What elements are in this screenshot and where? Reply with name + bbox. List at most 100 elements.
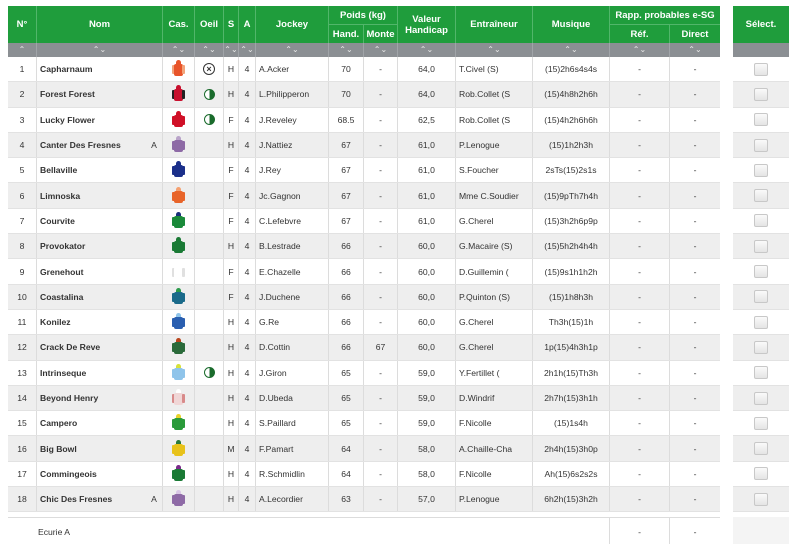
oeil-cell bbox=[195, 386, 223, 410]
cell-monte: - bbox=[379, 114, 382, 125]
table-row[interactable]: 4 Canter Des Fresnes A H 4 J.Nattiez 67-61,0 P.… bbox=[8, 132, 720, 159]
select-checkbox[interactable] bbox=[754, 265, 768, 279]
header-num[interactable]: N° bbox=[8, 6, 36, 43]
header-musique[interactable]: Musique bbox=[533, 6, 609, 43]
header-age[interactable]: A bbox=[239, 6, 255, 43]
select-checkbox[interactable] bbox=[754, 189, 768, 203]
cell-jockey: Jc.Gagnon bbox=[259, 190, 301, 201]
cell-num: 10 bbox=[17, 291, 27, 302]
sort-oeil-icon[interactable]: ⌃⌄ bbox=[195, 43, 223, 57]
table-row[interactable]: 10 Coastalina F 4 J.Duchene 66 - 60,0 P.Quinton … bbox=[8, 284, 720, 310]
cell-musique: (15)3h2h6p9p bbox=[544, 215, 598, 226]
cell-flag bbox=[146, 183, 162, 207]
cell-jockey: J.Giron bbox=[259, 367, 287, 378]
cell-num: 17 bbox=[17, 468, 27, 479]
select-checkbox[interactable] bbox=[754, 239, 768, 253]
header-monte[interactable]: Monte bbox=[364, 25, 397, 43]
table-row[interactable]: 9 Grenehout F 4 E.Chazelle 66 - 60,0 D.Guillemin… bbox=[8, 259, 720, 285]
table-row[interactable]: 8 Provokator H 4 B.Lestrade 66 - 60,0 G.Macaire … bbox=[8, 234, 720, 260]
cell-valeur: 60,0 bbox=[418, 241, 435, 252]
select-checkbox[interactable] bbox=[754, 391, 768, 405]
cell-musique: Th3h(15)1h bbox=[548, 317, 594, 328]
select-checkbox[interactable] bbox=[754, 163, 768, 177]
header-hand[interactable]: Hand. bbox=[329, 25, 363, 43]
cell-flag bbox=[146, 436, 162, 460]
cell-a: 4 bbox=[244, 393, 250, 403]
table-row[interactable]: 2 Forest Forest H 4 L.Philipperon 70 - 64,0 Rob.… bbox=[8, 82, 720, 108]
table-row[interactable]: 13 Intrinseque H 4 J.Giron 65 - 59,0 Y.Fertillet… bbox=[8, 360, 720, 386]
sort-cas-icon[interactable]: ⌃⌄ bbox=[163, 43, 194, 57]
oeil-cell bbox=[195, 234, 223, 258]
select-checkbox[interactable] bbox=[754, 113, 768, 127]
table-row[interactable]: 17 Commingeois H 4 R.Schmidlin 64 - 58,0 F.Nicol… bbox=[8, 461, 720, 488]
select-checkbox[interactable] bbox=[754, 214, 768, 228]
select-checkbox[interactable] bbox=[754, 467, 768, 481]
sort-valeur-icon[interactable]: ⌃⌄ bbox=[398, 43, 455, 57]
sort-jockey-icon[interactable]: ⌃⌄ bbox=[256, 43, 328, 57]
cell-direct: - bbox=[693, 494, 697, 505]
sort-hand-icon[interactable]: ⌃⌄ bbox=[329, 43, 363, 57]
header-entraineur[interactable]: Entraîneur bbox=[456, 6, 532, 43]
select-checkbox[interactable] bbox=[754, 315, 768, 329]
cell-jockey: D.Cottin bbox=[259, 342, 291, 353]
header-jockey[interactable]: Jockey bbox=[256, 6, 328, 43]
oeil-cell bbox=[195, 183, 223, 207]
table-row[interactable]: 12 Crack De Reve H 4 D.Cottin 66 67 60,0 G.Chere… bbox=[8, 335, 720, 361]
select-checkbox[interactable] bbox=[754, 87, 768, 101]
table-row[interactable]: 3 Lucky Flower F 4 J.Reveley 68.5 - 62,5 Rob.Col… bbox=[8, 107, 720, 133]
table-row[interactable]: 7 Courvite F 4 C.Lefebvre 67 - 61,0 G.Cherel (15)… bbox=[8, 208, 720, 235]
cell-musique: (15)5h2h4h4h bbox=[544, 241, 598, 252]
header-ref[interactable]: Réf. bbox=[610, 25, 669, 43]
cell-num: 5 bbox=[19, 165, 25, 176]
cell-valeur: 64,0 bbox=[418, 89, 435, 100]
table-row[interactable]: 15 Campero H 4 S.Paillard 65 - 59,0 F.Nicolle (15… bbox=[8, 411, 720, 437]
sort-entraineur-icon[interactable]: ⌃⌄ bbox=[456, 43, 532, 57]
cell-valeur: 59,0 bbox=[418, 393, 435, 403]
cell-monte: - bbox=[379, 64, 382, 75]
cell-num: 8 bbox=[19, 241, 25, 252]
casaque-silk-icon bbox=[163, 108, 194, 132]
select-checkbox[interactable] bbox=[754, 340, 768, 354]
table-row[interactable]: 18 Chic Des Fresnes A H 4 A.Lecordier 63 - 57,0 P… bbox=[8, 487, 720, 513]
select-checkbox[interactable] bbox=[754, 416, 768, 430]
table-row[interactable]: 1 Capharnaum × H 4 A.Acker 70 - 64,0 T.Civel (S) (… bbox=[8, 57, 720, 83]
table-row[interactable]: 16 Big Bowl M 4 F.Pamart 64 - 58,0 A.Chaille-Cha… bbox=[8, 436, 720, 462]
cell-s: H bbox=[227, 317, 235, 328]
header-valeur-handicap[interactable]: Valeur Handicap bbox=[398, 6, 455, 43]
select-row bbox=[733, 411, 789, 437]
cell-jockey: C.Lefebvre bbox=[259, 215, 302, 226]
sort-ref-icon[interactable]: ⌃⌄ bbox=[610, 43, 669, 57]
cell-flag: A bbox=[151, 140, 157, 151]
select-checkbox[interactable] bbox=[754, 62, 768, 76]
cell-num: 16 bbox=[17, 443, 27, 454]
select-checkbox[interactable] bbox=[754, 442, 768, 456]
header-nom[interactable]: Nom bbox=[37, 6, 162, 43]
select-checkbox[interactable] bbox=[754, 138, 768, 152]
table-row[interactable]: 5 Bellaville F 4 J.Rey 67 - 61,0 S.Foucher 2sTs(1… bbox=[8, 158, 720, 184]
select-checkbox[interactable] bbox=[754, 492, 768, 506]
select-checkbox[interactable] bbox=[754, 366, 768, 380]
header-sexe[interactable]: S bbox=[224, 6, 238, 43]
sort-direct-icon[interactable]: ⌃⌄ bbox=[670, 43, 720, 57]
cell-ref: - bbox=[638, 443, 641, 454]
sort-sexe-icon[interactable]: ⌃⌄ bbox=[224, 43, 238, 57]
casaque-silk-icon bbox=[163, 411, 194, 435]
cell-flag bbox=[146, 462, 162, 486]
sort-nom-icon[interactable]: ⌃⌄ bbox=[37, 43, 162, 57]
select-row bbox=[733, 461, 789, 488]
sort-monte-icon[interactable]: ⌃⌄ bbox=[364, 43, 397, 57]
sort-num-icon[interactable]: ⌃ bbox=[8, 43, 36, 57]
table-row[interactable]: 11 Konilez H 4 G.Re 66 - 60,0 G.Cherel Th3h(15)1h… bbox=[8, 309, 720, 336]
sort-musique-icon[interactable]: ⌃⌄ bbox=[533, 43, 609, 57]
header-oeil[interactable]: Oeil bbox=[195, 6, 223, 43]
table-row[interactable]: 14 Beyond Henry H 4 D.Ubeda 65 - 59,0 D.Windrif 2… bbox=[8, 385, 720, 412]
table-row[interactable]: 6 Limnoska F 4 Jc.Gagnon 67 - 61,0 Mme C.Soudier… bbox=[8, 183, 720, 209]
header-direct[interactable]: Direct bbox=[670, 25, 720, 43]
cell-monte: - bbox=[379, 317, 382, 328]
half-blinkers-icon bbox=[195, 108, 223, 132]
select-checkbox[interactable] bbox=[754, 290, 768, 304]
select-row bbox=[733, 132, 789, 159]
cell-s: H bbox=[227, 494, 235, 505]
sort-age-icon[interactable]: ⌃⌄ bbox=[239, 43, 255, 57]
cell-num: 7 bbox=[19, 215, 25, 226]
